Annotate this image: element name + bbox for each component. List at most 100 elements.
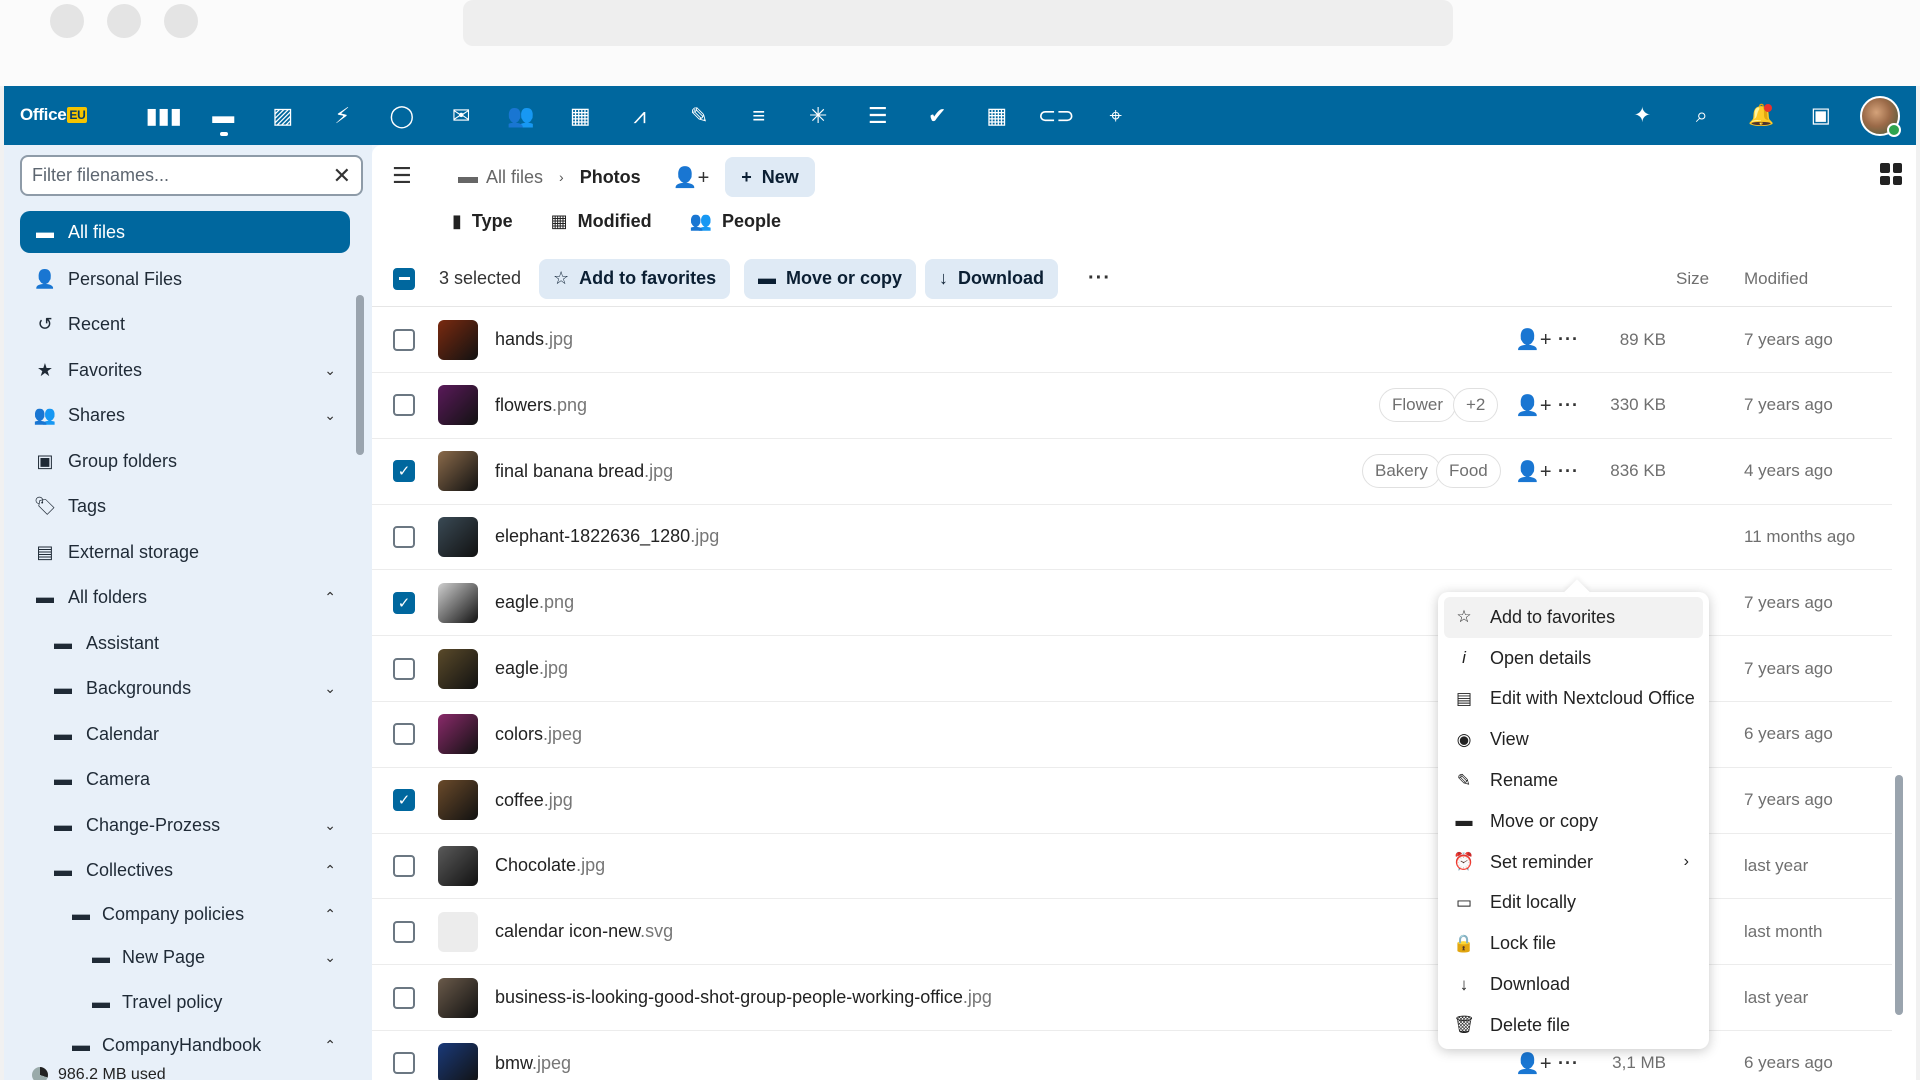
file-thumbnail[interactable] [438, 516, 478, 557]
user-menu[interactable] [1851, 86, 1911, 145]
menu-item-delete-file[interactable]: 🗑 Delete file [1444, 1005, 1703, 1046]
row-checkbox[interactable] [393, 854, 415, 877]
row-checkbox[interactable] [393, 920, 415, 943]
file-name[interactable]: Chocolate.jpg [495, 855, 605, 876]
sidebar-item-all-files[interactable]: ▬ All files [20, 211, 350, 253]
file-thumbnail[interactable] [438, 582, 478, 623]
file-name[interactable]: colors.jpeg [495, 724, 582, 745]
notes-icon[interactable]: ✎ [670, 86, 730, 145]
sidebar-item-tags[interactable]: 🏷 Tags [20, 484, 350, 530]
activity-icon[interactable]: ⚡ [313, 86, 373, 145]
file-tag[interactable]: Flower [1379, 388, 1457, 423]
row-checkbox[interactable] [393, 657, 415, 680]
more-actions-icon[interactable]: ··· [1088, 267, 1111, 290]
avatar[interactable] [1860, 95, 1902, 137]
file-tag[interactable]: Food [1436, 454, 1501, 489]
share-folder-icon[interactable]: 👤+ [673, 165, 710, 190]
share-icon[interactable]: 👤+ [1515, 393, 1552, 418]
app-logo[interactable]: Office EU [20, 105, 88, 125]
file-name[interactable]: coffee.jpg [495, 790, 573, 811]
menu-item-edit-with-nextcloud-office[interactable]: ▤ Edit with Nextcloud Office [1444, 679, 1703, 720]
sidebar-item-new-page[interactable]: ▬ New Page ⌄ [20, 935, 350, 980]
file-thumbnail[interactable] [438, 1043, 478, 1080]
share-icon[interactable]: 👤+ [1515, 1051, 1552, 1076]
deck-icon[interactable]: ≡ [729, 86, 789, 145]
row-actions-icon[interactable]: ··· [1558, 1053, 1579, 1074]
row-checkbox[interactable]: ✓ [393, 460, 415, 483]
file-thumbnail[interactable] [438, 385, 478, 426]
file-name[interactable]: hands.jpg [495, 329, 573, 350]
chevron-up-icon[interactable]: ⌃ [324, 862, 336, 879]
chevron-up-icon[interactable]: ⌃ [324, 1037, 336, 1054]
share-icon[interactable]: 👤+ [1515, 327, 1552, 352]
toggle-navigation-icon[interactable]: ☰ [392, 163, 412, 189]
sidebar-scrollbar[interactable] [356, 295, 364, 455]
sidebar-item-camera[interactable]: ▬ Camera [20, 757, 350, 803]
file-name[interactable]: eagle.jpg [495, 658, 568, 679]
file-thumbnail[interactable] [438, 780, 478, 821]
window-minimize-button[interactable] [107, 4, 141, 38]
chevron-down-icon[interactable]: ⌄ [324, 362, 336, 379]
select-all-checkbox[interactable] [393, 267, 415, 290]
address-bar[interactable] [463, 0, 1453, 46]
notifications-icon[interactable]: 🔔 [1732, 86, 1792, 145]
file-name[interactable]: elephant-1822636_1280.jpg [495, 526, 719, 547]
sidebar-item-favorites[interactable]: ★ Favorites ⌄ [20, 348, 350, 394]
menu-item-add-to-favorites[interactable]: ☆ Add to favorites [1444, 597, 1703, 638]
storage-quota[interactable]: 986.2 MB used [32, 1066, 166, 1080]
column-modified[interactable]: Modified [1744, 269, 1808, 289]
tasks-icon[interactable]: ☰ [848, 86, 908, 145]
file-thumbnail[interactable] [438, 319, 478, 360]
chevron-up-icon[interactable]: ⌃ [324, 906, 336, 923]
talk-icon[interactable]: ◯ [372, 86, 432, 145]
file-name[interactable]: business-is-looking-good-shot-group-peop… [495, 987, 992, 1008]
sidebar-item-all-folders[interactable]: ▬ All folders ⌃ [20, 575, 350, 621]
menu-item-rename[interactable]: ✎ Rename [1444, 760, 1703, 801]
assistant-sparkle-icon[interactable]: ✦ [1613, 86, 1673, 145]
file-thumbnail[interactable] [438, 977, 478, 1018]
file-name[interactable]: bmw.jpeg [495, 1053, 571, 1074]
sidebar-item-assistant[interactable]: ▬ Assistant [20, 621, 350, 667]
menu-item-view[interactable]: ◉ View [1444, 719, 1703, 760]
add-to-favorites-button[interactable]: ☆ Add to favorites [539, 258, 731, 299]
filter-modified-button[interactable]: ▦ Modified [551, 211, 652, 232]
sidebar-item-change-prozess[interactable]: ▬ Change-Prozess ⌄ [20, 803, 350, 849]
row-checkbox[interactable] [393, 394, 415, 417]
sidebar-item-personal-files[interactable]: 👤 Personal Files [20, 257, 350, 303]
row-checkbox[interactable] [393, 328, 415, 351]
chevron-down-icon[interactable]: ⌄ [324, 817, 336, 834]
chevron-up-icon[interactable]: ⌃ [324, 589, 336, 606]
row-checkbox[interactable] [393, 723, 415, 746]
files-icon[interactable]: ▬ [194, 86, 254, 145]
file-thumbnail[interactable] [438, 451, 478, 492]
sidebar-item-group-folders[interactable]: ▣ Group folders [20, 439, 350, 485]
file-tag[interactable]: Bakery [1362, 454, 1441, 489]
table-row[interactable]: elephant-1822636_1280.jpg 11 months ago [372, 504, 1892, 571]
move-or-copy-button[interactable]: ▬ Move or copy [744, 258, 917, 299]
row-checkbox[interactable] [393, 1052, 415, 1075]
calendar-icon[interactable]: ▦ [551, 86, 611, 145]
file-thumbnail[interactable] [438, 911, 478, 952]
filter-input[interactable] [32, 165, 333, 186]
maps-icon[interactable]: ⌖ [1086, 86, 1146, 145]
file-thumbnail[interactable] [438, 648, 478, 689]
tables-icon[interactable]: ▦ [967, 86, 1027, 145]
file-name[interactable]: eagle.png [495, 592, 574, 613]
sidebar-item-travel-policy[interactable]: ▬ Travel policy [20, 980, 350, 1025]
window-maximize-button[interactable] [164, 4, 198, 38]
main-scrollbar[interactable] [1895, 775, 1903, 1015]
analytics-icon[interactable]: ⩘ [610, 86, 670, 145]
sidebar-item-shares[interactable]: 👥 Shares ⌄ [20, 393, 350, 439]
link-icon[interactable]: ⊂⊃ [1027, 86, 1087, 145]
sidebar-item-companyhandbook[interactable]: ▬ CompanyHandbook ⌃ [20, 1025, 350, 1066]
breadcrumb-photos[interactable]: Photos [580, 167, 641, 188]
sidebar-item-backgrounds[interactable]: ▬ Backgrounds ⌄ [20, 666, 350, 712]
table-row[interactable]: flowers.png Flower +2 👤+ ··· 330 KB 7 years ag… [372, 373, 1892, 439]
breadcrumb-all-files[interactable]: ▬ All files [458, 166, 543, 189]
chevron-down-icon[interactable]: ⌄ [324, 680, 336, 697]
menu-item-download[interactable]: ↓ Download [1444, 964, 1703, 1005]
photos-icon[interactable]: ▨ [253, 86, 313, 145]
chevron-down-icon[interactable]: ⌄ [324, 407, 336, 424]
filter-people-button[interactable]: 👥 People [690, 211, 781, 232]
window-close-button[interactable] [50, 4, 84, 38]
